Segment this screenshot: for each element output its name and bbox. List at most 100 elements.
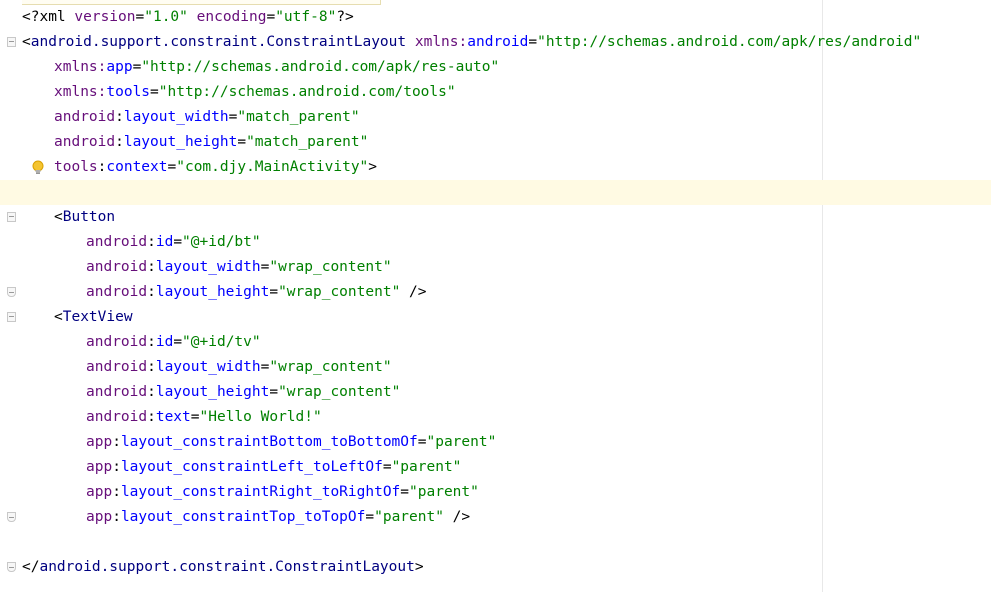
code-token: : [112, 509, 121, 525]
code-line[interactable]: app:layout_constraintTop_toTopOf="parent… [0, 505, 991, 530]
code-token: = [365, 509, 375, 525]
code-text[interactable]: android:layout_height="match_parent" [54, 130, 368, 155]
code-token: android [86, 359, 148, 375]
code-line[interactable]: app:layout_constraintLeft_toLeftOf="pare… [0, 455, 991, 480]
code-line[interactable] [0, 530, 991, 555]
code-token: = [237, 134, 247, 150]
code-token: id [155, 234, 174, 250]
code-token: = [269, 384, 279, 400]
code-token: layout_width [155, 259, 261, 275]
lightbulb-icon[interactable] [31, 160, 45, 175]
code-line[interactable]: android:layout_height="match_parent" [0, 130, 991, 155]
code-text[interactable]: <TextView [54, 305, 133, 330]
fold-close-icon[interactable] [7, 562, 16, 572]
code-token: = [400, 484, 410, 500]
code-line[interactable]: app:layout_constraintRight_toRightOf="pa… [0, 480, 991, 505]
code-text[interactable]: android:id="@+id/tv" [86, 330, 261, 355]
code-token: layout_height [155, 284, 270, 300]
code-token: = [173, 234, 183, 250]
code-token: : [147, 359, 156, 375]
code-text[interactable]: <android.support.constraint.ConstraintLa… [22, 30, 921, 55]
code-token: /> [400, 284, 427, 300]
code-line[interactable]: <TextView [0, 305, 991, 330]
fold-close-icon[interactable] [7, 512, 16, 522]
code-line[interactable]: android:id="@+id/bt" [0, 230, 991, 255]
code-token: app [86, 434, 113, 450]
code-token: id [155, 334, 174, 350]
code-text[interactable]: android:layout_width="wrap_content" [86, 255, 392, 280]
code-line[interactable]: android:layout_width="wrap_content" [0, 355, 991, 380]
code-token: /> [443, 509, 471, 525]
code-token: = [528, 34, 538, 50]
code-token: layout_constraintLeft_toLeftOf [120, 459, 383, 475]
code-token: tools [54, 159, 98, 175]
code-token: < [54, 209, 63, 225]
code-token: : [147, 409, 156, 425]
code-text[interactable]: android:text="Hello World!" [86, 405, 322, 430]
code-line[interactable] [0, 180, 991, 205]
code-text[interactable]: android:layout_height="wrap_content" [86, 380, 400, 405]
code-token: xmlns: [54, 59, 107, 75]
code-line[interactable]: android:id="@+id/tv" [0, 330, 991, 355]
code-line[interactable]: android:layout_width="wrap_content" [0, 255, 991, 280]
code-line[interactable]: xmlns:app="http://schemas.android.com/ap… [0, 55, 991, 80]
code-text[interactable]: android:id="@+id/bt" [86, 230, 261, 255]
code-text[interactable]: <Button [54, 205, 115, 230]
code-token: > [368, 159, 378, 175]
code-token: layout_width [123, 109, 229, 125]
code-line[interactable]: </android.support.constraint.ConstraintL… [0, 555, 991, 580]
code-token: tools [106, 84, 151, 100]
code-text[interactable]: xmlns:app="http://schemas.android.com/ap… [54, 55, 499, 80]
code-token: android [54, 109, 116, 125]
fold-open-icon[interactable] [7, 312, 16, 322]
code-text[interactable]: app:layout_constraintRight_toRightOf="pa… [86, 480, 479, 505]
code-token: layout_constraintTop_toTopOf [120, 509, 366, 525]
code-line[interactable]: android:layout_width="match_parent" [0, 105, 991, 130]
fold-close-icon[interactable] [7, 287, 16, 297]
code-text[interactable]: </android.support.constraint.ConstraintL… [22, 555, 424, 580]
code-token: app [86, 459, 113, 475]
code-text[interactable]: tools:context="com.djy.MainActivity"> [54, 155, 377, 180]
code-token: "http://schemas.android.com/apk/res/andr… [537, 34, 922, 50]
code-text[interactable]: android:layout_width="match_parent" [54, 105, 360, 130]
code-line[interactable]: <Button [0, 205, 991, 230]
code-token: : [147, 384, 156, 400]
code-token: app [86, 484, 113, 500]
code-line[interactable]: xmlns:tools="http://schemas.android.com/… [0, 80, 991, 105]
code-text[interactable]: app:layout_constraintBottom_toBottomOf="… [86, 430, 496, 455]
code-token: "parent" [409, 484, 479, 500]
code-line[interactable]: android:text="Hello World!" [0, 405, 991, 430]
code-token: = [382, 459, 392, 475]
fold-open-icon[interactable] [7, 37, 16, 47]
code-line[interactable]: android:layout_height="wrap_content" /> [0, 280, 991, 305]
code-token: version [74, 9, 136, 25]
code-text[interactable]: android:layout_height="wrap_content" /> [86, 280, 427, 305]
code-token: : [112, 484, 121, 500]
code-text[interactable]: xmlns:tools="http://schemas.android.com/… [54, 80, 456, 105]
code-token: TextView [62, 309, 133, 325]
code-token: "match_parent" [246, 134, 369, 150]
code-text[interactable]: app:layout_constraintLeft_toLeftOf="pare… [86, 455, 461, 480]
code-line[interactable]: app:layout_constraintBottom_toBottomOf="… [0, 430, 991, 455]
code-token: layout_constraintBottom_toBottomOf [120, 434, 418, 450]
code-token: = [167, 159, 177, 175]
code-text[interactable]: <?xml version="1.0" encoding="utf-8"?> [22, 5, 354, 30]
code-token: </ [22, 559, 40, 575]
code-token: "@+id/bt" [182, 234, 261, 250]
code-text[interactable]: app:layout_constraintTop_toTopOf="parent… [86, 505, 470, 530]
fold-open-icon[interactable] [7, 212, 16, 222]
code-line[interactable]: tools:context="com.djy.MainActivity"> [0, 155, 991, 180]
code-token: "wrap_content" [269, 359, 392, 375]
code-line[interactable]: android:layout_height="wrap_content" [0, 380, 991, 405]
code-token: = [190, 409, 200, 425]
code-text[interactable]: android:layout_width="wrap_content" [86, 355, 392, 380]
code-token: android [86, 384, 148, 400]
code-token: app [106, 59, 133, 75]
code-line[interactable]: <android.support.constraint.ConstraintLa… [0, 30, 991, 55]
code-line[interactable]: <?xml version="1.0" encoding="utf-8"?> [0, 5, 991, 30]
code-token: android [54, 134, 116, 150]
code-token: : [147, 234, 156, 250]
code-token: layout_height [123, 134, 238, 150]
code-token: layout_constraintRight_toRightOf [120, 484, 401, 500]
